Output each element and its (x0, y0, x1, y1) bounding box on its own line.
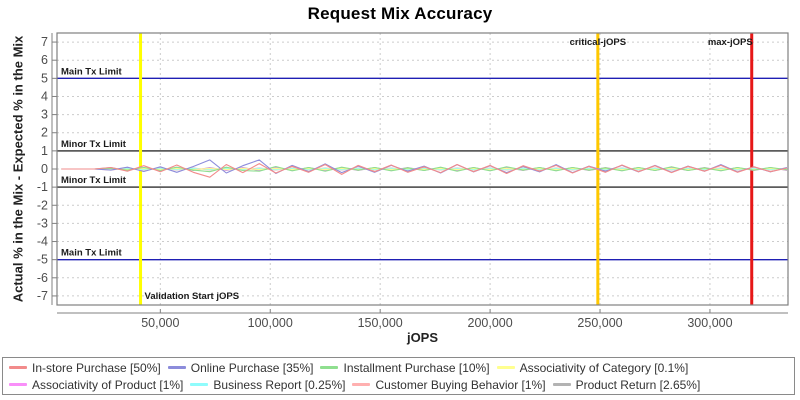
y-tick-label: 4 (41, 89, 48, 103)
legend-swatch (190, 383, 209, 386)
legend-box: In-store Purchase [50%] Online Purchase [… (2, 357, 795, 395)
legend-swatch (9, 366, 27, 369)
y-tick-label: 1 (41, 144, 48, 158)
legend-label: Installment Purchase [10%] (343, 360, 490, 375)
y-tick-label: -4 (37, 235, 48, 249)
y-tick-label: -3 (37, 216, 48, 230)
limit-line-label: Minor Tx Limit (61, 139, 127, 150)
y-tick-label: 0 (41, 162, 48, 176)
y-tick-label: 5 (41, 71, 48, 85)
legend-swatch (9, 383, 27, 386)
x-tick-label: 50,000 (141, 316, 179, 330)
legend-label: Customer Buying Behavior [1%] (375, 377, 546, 392)
y-tick-label: -2 (37, 198, 48, 212)
legend-swatch (496, 366, 515, 369)
legend-item: In-store Purchase [50%] (9, 361, 161, 375)
y-tick-label: 6 (41, 53, 48, 67)
series-lines (61, 159, 788, 178)
y-tick-label: -7 (37, 289, 48, 303)
marker-label: Validation Start jOPS (145, 291, 240, 302)
legend-swatch (320, 366, 339, 369)
legend-item: Product Return [2.65%] (552, 377, 701, 392)
legend-label: Online Purchase [35%] (190, 360, 314, 375)
request-mix-accuracy-chart: Request Mix Accuracy Actual % in the Mix… (0, 0, 800, 400)
legend-item: Associativity of Product [1%] (9, 378, 183, 392)
marker-label: max-jOPS (708, 37, 753, 48)
legend-label: In-store Purchase [50%] (32, 360, 161, 375)
legend-item: Online Purchase [35%] (167, 360, 314, 375)
legend-item: Installment Purchase [10%] (320, 360, 490, 375)
y-tick-label: -6 (37, 271, 48, 285)
legend-item: Customer Buying Behavior [1%] (352, 377, 546, 392)
x-tick-label: 100,000 (248, 316, 293, 330)
y-tick-label: 2 (41, 126, 48, 140)
legend-swatch (352, 383, 371, 386)
x-axis-title: jOPS (406, 330, 439, 345)
legend-row: In-store Purchase [50%] Online Purchase [… (9, 359, 788, 376)
x-tick-label: 200,000 (468, 316, 513, 330)
legend-label: Business Report [0.25%] (213, 377, 346, 392)
x-tick-label: 150,000 (358, 316, 403, 330)
limit-line-label: Main Tx Limit (61, 66, 123, 77)
y-tick-label: 7 (41, 35, 48, 49)
limit-lines: Main Tx Limit Minor Tx Limit Minor Tx Limi… (57, 66, 788, 261)
limit-line-label: Main Tx Limit (61, 248, 123, 259)
legend-label: Product Return [2.65%] (575, 377, 701, 392)
axes: 7 6 5 4 3 2 1 0 -1 -2 -3 -4 -5 -6 -7 50,000 100,000 150,0… (37, 33, 788, 330)
y-tick-label: -5 (37, 253, 48, 267)
limit-line-label: Minor Tx Limit (61, 175, 127, 186)
x-tick-label: 250,000 (577, 316, 622, 330)
legend-label: Associativity of Product [1%] (32, 377, 184, 392)
legend-item: Associativity of Category [0.1%] (496, 360, 689, 375)
plot-area: Main Tx Limit Minor Tx Limit Minor Tx Limi… (37, 32, 789, 330)
y-tick-label: -1 (37, 180, 48, 194)
x-tick-label: 300,000 (687, 316, 732, 330)
y-tick-label: 3 (41, 108, 48, 122)
legend-swatch (552, 383, 571, 386)
legend-label: Associativity of Category [0.1%] (519, 360, 689, 375)
legend-row: Associativity of Product [1%] Business Re… (9, 376, 788, 393)
marker-label: critical-jOPS (570, 37, 627, 48)
legend-item: Business Report [0.25%] (190, 378, 345, 392)
legend-swatch (167, 366, 186, 369)
